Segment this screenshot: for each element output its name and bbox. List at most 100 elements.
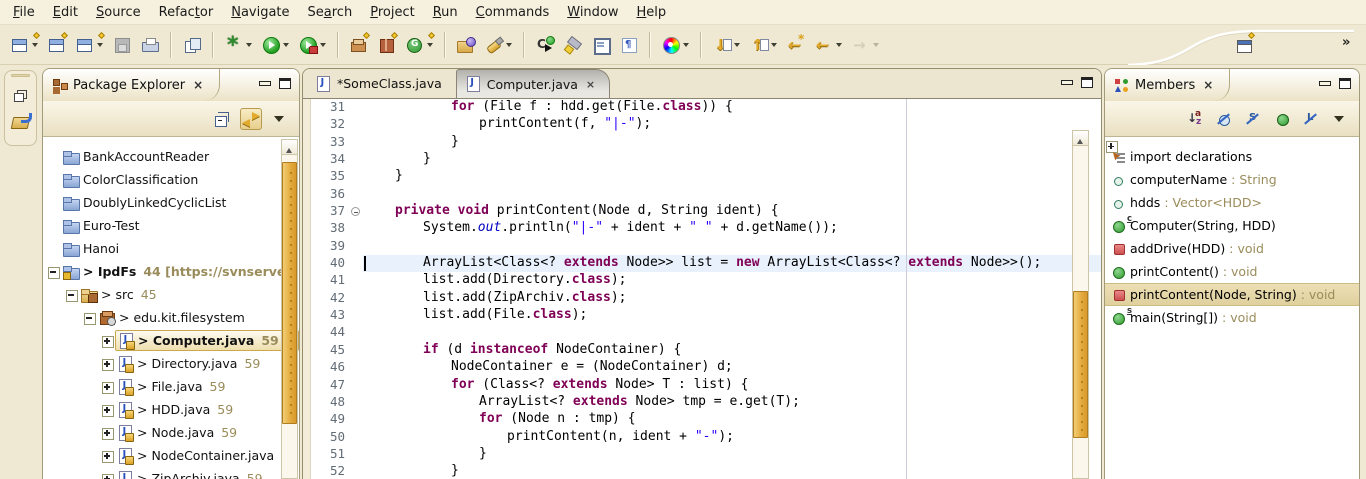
member-item[interactable]: computerName : String bbox=[1105, 168, 1359, 191]
code-line[interactable]: list.add(Directory.class); bbox=[363, 272, 1101, 289]
close-icon[interactable]: × bbox=[193, 78, 203, 92]
code-line[interactable]: list.add(ZipArchiv.class); bbox=[363, 290, 1101, 307]
menu-refactor[interactable]: Refactor bbox=[150, 2, 223, 23]
line-number[interactable]: 52 bbox=[312, 463, 350, 479]
run-external-tools-button[interactable] bbox=[296, 32, 329, 58]
code-line[interactable]: ArrayList<Class<? extends Node>> list = … bbox=[363, 255, 1101, 272]
line-number[interactable]: 36 bbox=[312, 186, 350, 203]
line-number[interactable]: 38 bbox=[312, 220, 350, 237]
menu-window[interactable]: Window bbox=[558, 2, 627, 23]
line-number[interactable]: 39 bbox=[312, 238, 350, 255]
code-line[interactable]: printContent(f, "|-"); bbox=[363, 116, 1101, 133]
minimize-button[interactable] bbox=[1319, 81, 1331, 86]
line-number[interactable]: 50 bbox=[312, 429, 350, 446]
close-icon[interactable]: × bbox=[1203, 78, 1213, 92]
code-line[interactable]: list.add(File.class); bbox=[363, 307, 1101, 324]
tree-expander[interactable] bbox=[47, 265, 61, 279]
menu-commands[interactable]: Commands bbox=[467, 2, 559, 23]
line-number-ruler[interactable]: 3132333435363738394041424344454647484950… bbox=[312, 99, 350, 479]
code-line[interactable]: } bbox=[363, 463, 1101, 479]
line-number[interactable]: 44 bbox=[312, 324, 350, 341]
line-number[interactable]: 48 bbox=[312, 394, 350, 411]
tree-item[interactable]: > Node.java 59 bbox=[43, 421, 299, 444]
color-palette-button[interactable] bbox=[659, 32, 692, 58]
line-number[interactable]: 51 bbox=[312, 446, 350, 463]
line-number[interactable]: 47 bbox=[312, 377, 350, 394]
code-line[interactable]: if (d instanceof NodeContainer) { bbox=[363, 342, 1101, 359]
dropdown-arrow-icon[interactable] bbox=[506, 43, 512, 50]
line-number[interactable]: 35 bbox=[312, 168, 350, 185]
hide-local-types-button[interactable] bbox=[1300, 108, 1322, 130]
tree-expander[interactable] bbox=[101, 334, 115, 348]
line-number[interactable]: 45 bbox=[312, 342, 350, 359]
maximize-button[interactable] bbox=[1081, 77, 1093, 88]
collapse-fold-icon[interactable] bbox=[351, 207, 360, 216]
dropdown-arrow-icon[interactable] bbox=[246, 43, 252, 50]
menu-search[interactable]: Search bbox=[299, 2, 362, 23]
package-explorer-view-tab[interactable]: Package Explorer × bbox=[43, 69, 220, 101]
dropdown-arrow-icon[interactable] bbox=[771, 43, 777, 50]
show-view-folder-button[interactable] bbox=[9, 108, 33, 132]
editor-tab-computer-java[interactable]: Computer.java× bbox=[456, 69, 610, 98]
sort-members-button[interactable] bbox=[1184, 108, 1206, 130]
member-item[interactable]: printContent(Node, String) : void bbox=[1105, 283, 1359, 306]
menu-run[interactable]: Run bbox=[424, 2, 467, 23]
code-line[interactable]: } bbox=[363, 168, 1101, 185]
package-explorer-scrollbar[interactable] bbox=[281, 139, 298, 479]
code-text[interactable]: for (File f : hdd.get(File.class)) {prin… bbox=[363, 99, 1101, 479]
code-line[interactable]: printContent(n, ident + "-"); bbox=[363, 429, 1101, 446]
line-number[interactable]: 46 bbox=[312, 359, 350, 376]
maximize-button[interactable] bbox=[279, 78, 291, 89]
dropdown-arrow-icon[interactable] bbox=[873, 43, 879, 50]
menu-navigate[interactable]: Navigate bbox=[222, 2, 298, 23]
folding-ruler[interactable] bbox=[350, 99, 363, 479]
hide-non-public-members-button[interactable] bbox=[1271, 108, 1293, 130]
line-number[interactable]: 41 bbox=[312, 272, 350, 289]
dropdown-arrow-icon[interactable] bbox=[32, 43, 38, 50]
member-item[interactable]: printContent() : void bbox=[1105, 260, 1359, 283]
scrollbar-thumb[interactable] bbox=[282, 162, 297, 424]
new-view-button[interactable] bbox=[73, 32, 106, 58]
line-number[interactable]: 31 bbox=[312, 99, 350, 116]
scroll-up-button[interactable] bbox=[282, 140, 297, 155]
open-type-button[interactable] bbox=[454, 32, 478, 58]
show-selected-element-button[interactable] bbox=[589, 32, 613, 58]
code-line[interactable]: for (Node n : tmp) { bbox=[363, 411, 1101, 428]
member-item[interactable]: addDrive(HDD) : void bbox=[1105, 237, 1359, 260]
code-line[interactable]: NodeContainer e = (NodeContainer) d; bbox=[363, 359, 1101, 376]
tree-item[interactable]: > HDD.java 59 bbox=[43, 398, 299, 421]
code-line[interactable]: } bbox=[363, 151, 1101, 168]
hide-static-members-button[interactable] bbox=[1242, 108, 1264, 130]
last-edit-location-button[interactable] bbox=[784, 32, 808, 58]
tree-expander[interactable] bbox=[101, 472, 115, 479]
code-line[interactable]: } bbox=[363, 446, 1101, 463]
member-item[interactable]: import declarations bbox=[1105, 145, 1359, 168]
tree-item[interactable]: > IpdFs 44 [https://svnserver.i bbox=[43, 260, 299, 283]
menu-help[interactable]: Help bbox=[628, 2, 676, 23]
print-button[interactable] bbox=[138, 32, 162, 58]
open-perspective-button[interactable] bbox=[180, 32, 204, 58]
new-wizard-button[interactable] bbox=[8, 32, 41, 58]
tree-expander[interactable] bbox=[83, 311, 97, 325]
tree-item[interactable]: Euro-Test bbox=[43, 214, 299, 237]
fast-view-drag-handle[interactable] bbox=[11, 74, 30, 77]
tree-expander[interactable] bbox=[101, 426, 115, 440]
code-line[interactable]: System.out.println("|-" + ident + " " + … bbox=[363, 220, 1101, 237]
line-number[interactable]: 42 bbox=[312, 290, 350, 307]
link-with-editor-button[interactable] bbox=[240, 108, 262, 130]
tree-expander[interactable] bbox=[101, 403, 115, 417]
restore-views-button[interactable] bbox=[9, 83, 33, 107]
toolbar-overflow-chevron[interactable]: » bbox=[1342, 35, 1350, 50]
view-menu-button[interactable] bbox=[1329, 108, 1351, 130]
tree-item[interactable]: > src 45 bbox=[43, 283, 299, 306]
minimize-button[interactable] bbox=[1061, 80, 1073, 85]
line-number[interactable]: 37 bbox=[312, 203, 350, 220]
run-button[interactable] bbox=[259, 32, 292, 58]
menu-edit[interactable]: Edit bbox=[44, 2, 87, 23]
run-last-tool-button[interactable] bbox=[533, 32, 557, 58]
tree-item[interactable]: BankAccountReader bbox=[43, 145, 299, 168]
close-icon[interactable]: × bbox=[586, 78, 595, 91]
view-menu-button[interactable] bbox=[269, 108, 291, 130]
code-line[interactable] bbox=[363, 186, 1101, 203]
code-line[interactable] bbox=[363, 324, 1101, 341]
